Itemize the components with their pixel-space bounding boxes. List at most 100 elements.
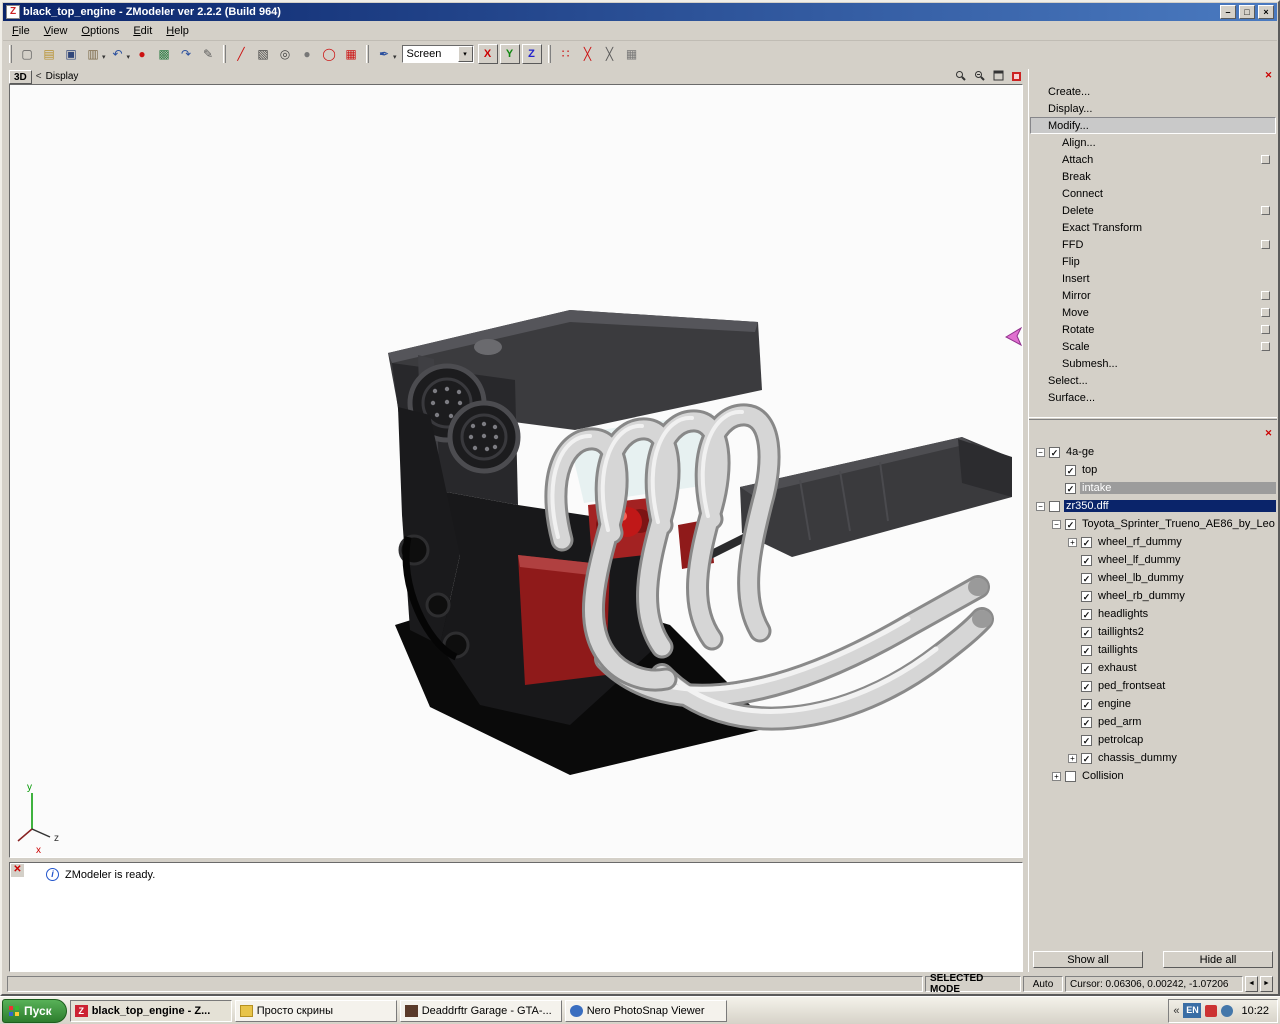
checkbox-icon[interactable] bbox=[1049, 500, 1060, 512]
panel-item-scale[interactable]: Scale bbox=[1030, 338, 1276, 355]
pen-icon[interactable]: ✒ bbox=[373, 44, 396, 64]
vertices-icon[interactable]: ∷ bbox=[554, 44, 577, 64]
taskbar-item-zmodeler[interactable]: Z black_top_engine - Z... bbox=[69, 999, 232, 1022]
panel-item-break[interactable]: Break bbox=[1030, 168, 1276, 185]
panel-item-rotate[interactable]: Rotate bbox=[1030, 321, 1276, 338]
panel-item-move[interactable]: Move bbox=[1030, 304, 1276, 321]
panel-item-attach[interactable]: Attach bbox=[1030, 151, 1276, 168]
checkbox-icon[interactable]: ✓ bbox=[1081, 662, 1092, 674]
hide-all-button[interactable]: Hide all bbox=[1163, 951, 1273, 968]
menu-file[interactable]: File bbox=[5, 23, 37, 39]
tray-chevron-icon[interactable]: « bbox=[1173, 1005, 1179, 1017]
panel-item-align[interactable]: Align... bbox=[1030, 134, 1276, 151]
checkbox-icon[interactable]: ✓ bbox=[1049, 446, 1060, 458]
undo-icon[interactable]: ↶ bbox=[106, 44, 129, 64]
record-icon[interactable]: ● bbox=[131, 44, 154, 64]
panel-item-mirror[interactable]: Mirror bbox=[1030, 287, 1276, 304]
combo-arrow-icon[interactable]: ▾ bbox=[457, 46, 473, 62]
expander-icon[interactable]: + bbox=[1052, 771, 1061, 781]
option-box[interactable] bbox=[1261, 291, 1270, 300]
notes-icon[interactable]: ✎ bbox=[197, 44, 220, 64]
menu-options[interactable]: Options bbox=[74, 23, 126, 39]
panel-item-create[interactable]: Create... bbox=[1030, 83, 1276, 100]
log-close-icon[interactable]: ✕ bbox=[11, 864, 24, 877]
tray-app-icon-1[interactable] bbox=[1205, 1004, 1218, 1017]
grid-icon[interactable]: ▦ bbox=[340, 44, 363, 64]
view-mode-select[interactable]: Screen ▾ bbox=[401, 45, 474, 63]
checkbox-icon[interactable]: ✓ bbox=[1081, 536, 1092, 548]
sphere-icon[interactable]: ● bbox=[296, 44, 319, 64]
option-box[interactable] bbox=[1261, 342, 1270, 351]
option-box[interactable] bbox=[1261, 308, 1270, 317]
panel-item-submesh[interactable]: Submesh... bbox=[1030, 355, 1276, 372]
tree-item-wheel-rf-dummy[interactable]: + ✓ wheel_rf_dummy bbox=[1030, 533, 1276, 551]
paste-dropdown-icon[interactable]: ▾ bbox=[102, 53, 106, 61]
tree-item-chassis-dummy[interactable]: + ✓ chassis_dummy bbox=[1030, 749, 1276, 767]
panel-item-select[interactable]: Select... bbox=[1030, 372, 1276, 389]
tree-item-toyota-sprinter[interactable]: − ✓ Toyota_Sprinter_Trueno_AE86_by_Leo bbox=[1030, 515, 1276, 533]
cylinder-icon[interactable]: ◎ bbox=[274, 44, 297, 64]
axes-gray-icon[interactable]: ╳ bbox=[598, 44, 621, 64]
tree-item-taillights[interactable]: ✓ taillights bbox=[1030, 641, 1276, 659]
checkbox-icon[interactable]: ✓ bbox=[1065, 464, 1076, 476]
menu-edit[interactable]: Edit bbox=[126, 23, 159, 39]
undo-dropdown-icon[interactable]: ▾ bbox=[127, 53, 131, 61]
checkbox-icon[interactable]: ✓ bbox=[1081, 572, 1092, 584]
checkbox-icon[interactable]: ✓ bbox=[1081, 554, 1092, 566]
taskbar-item-gta-garage[interactable]: Deaddrftr Garage - GTA-... bbox=[399, 999, 562, 1022]
option-box[interactable] bbox=[1261, 325, 1270, 334]
tree-item-taillights2[interactable]: ✓ taillights2 bbox=[1030, 623, 1276, 641]
tree-item-ped-frontseat[interactable]: ✓ ped_frontseat bbox=[1030, 677, 1276, 695]
checkbox-icon[interactable]: ✓ bbox=[1081, 680, 1092, 692]
tree-item-collision[interactable]: + Collision bbox=[1030, 767, 1276, 785]
viewport-tab-3d[interactable]: 3D bbox=[9, 69, 32, 84]
tree-item-top[interactable]: ✓ top bbox=[1030, 461, 1276, 479]
spline-icon[interactable]: ╱ bbox=[230, 44, 253, 64]
option-box[interactable] bbox=[1261, 240, 1270, 249]
status-scroll-right-icon[interactable]: ► bbox=[1260, 976, 1273, 992]
option-box[interactable] bbox=[1261, 155, 1270, 164]
tree-item-wheel-rb-dummy[interactable]: ✓ wheel_rb_dummy bbox=[1030, 587, 1276, 605]
minimize-button[interactable]: – bbox=[1220, 5, 1236, 19]
panel-item-surface[interactable]: Surface... bbox=[1030, 389, 1276, 406]
axis-y-button[interactable]: Y bbox=[499, 44, 520, 64]
tree-item-ped-arm[interactable]: ✓ ped_arm bbox=[1030, 713, 1276, 731]
paste-icon[interactable]: ▥ bbox=[82, 44, 104, 64]
show-all-button[interactable]: Show all bbox=[1033, 951, 1143, 968]
tray-app-icon-2[interactable] bbox=[1221, 1004, 1234, 1017]
start-button[interactable]: Пуск bbox=[2, 998, 67, 1023]
torus-icon[interactable]: ◯ bbox=[318, 44, 341, 64]
axis-z-button[interactable]: Z bbox=[521, 44, 542, 64]
expander-icon[interactable]: + bbox=[1068, 537, 1077, 547]
panel-item-exact-transform[interactable]: Exact Transform bbox=[1030, 219, 1276, 236]
open-icon[interactable]: ▤ bbox=[38, 44, 60, 64]
panel-item-insert[interactable]: Insert bbox=[1030, 270, 1276, 287]
panel-splitter[interactable] bbox=[1029, 417, 1277, 420]
expander-icon[interactable]: − bbox=[1036, 501, 1045, 511]
viewport-view-label[interactable]: Display bbox=[46, 71, 79, 82]
close-button[interactable]: × bbox=[1258, 5, 1274, 19]
checkbox-icon[interactable]: ✓ bbox=[1065, 518, 1076, 530]
tree-item-engine[interactable]: ✓ engine bbox=[1030, 695, 1276, 713]
tree-close-icon[interactable]: ✕ bbox=[1262, 427, 1275, 439]
checkbox-icon[interactable]: ✓ bbox=[1065, 482, 1076, 494]
zoom-extents-icon[interactable] bbox=[974, 70, 985, 84]
restore-button[interactable]: □ bbox=[1239, 5, 1255, 19]
tree-item-exhaust[interactable]: ✓ exhaust bbox=[1030, 659, 1276, 677]
expander-icon[interactable]: − bbox=[1052, 519, 1061, 529]
checkbox-icon[interactable]: ✓ bbox=[1081, 716, 1092, 728]
tree-item-headlights[interactable]: ✓ headlights bbox=[1030, 605, 1276, 623]
taskbar-item-folder[interactable]: Просто скрины bbox=[234, 999, 397, 1022]
maximize-viewport-icon[interactable] bbox=[993, 70, 1004, 84]
checkbox-icon[interactable]: ✓ bbox=[1081, 626, 1092, 638]
tree-item-wheel-lb-dummy[interactable]: ✓ wheel_lb_dummy bbox=[1030, 569, 1276, 587]
panel-close-icon[interactable]: ✕ bbox=[1262, 69, 1275, 81]
panel-item-display[interactable]: Display... bbox=[1030, 100, 1276, 117]
menu-help[interactable]: Help bbox=[159, 23, 196, 39]
tree-item-intake[interactable]: ✓ intake bbox=[1030, 479, 1276, 497]
viewport-3d[interactable]: y z x bbox=[9, 84, 1023, 858]
taskbar-item-nero-photosnap[interactable]: Nero PhotoSnap Viewer bbox=[564, 999, 727, 1022]
panel-item-ffd[interactable]: FFD bbox=[1030, 236, 1276, 253]
save-icon[interactable]: ▣ bbox=[60, 44, 82, 64]
expander-icon[interactable]: + bbox=[1068, 753, 1077, 763]
